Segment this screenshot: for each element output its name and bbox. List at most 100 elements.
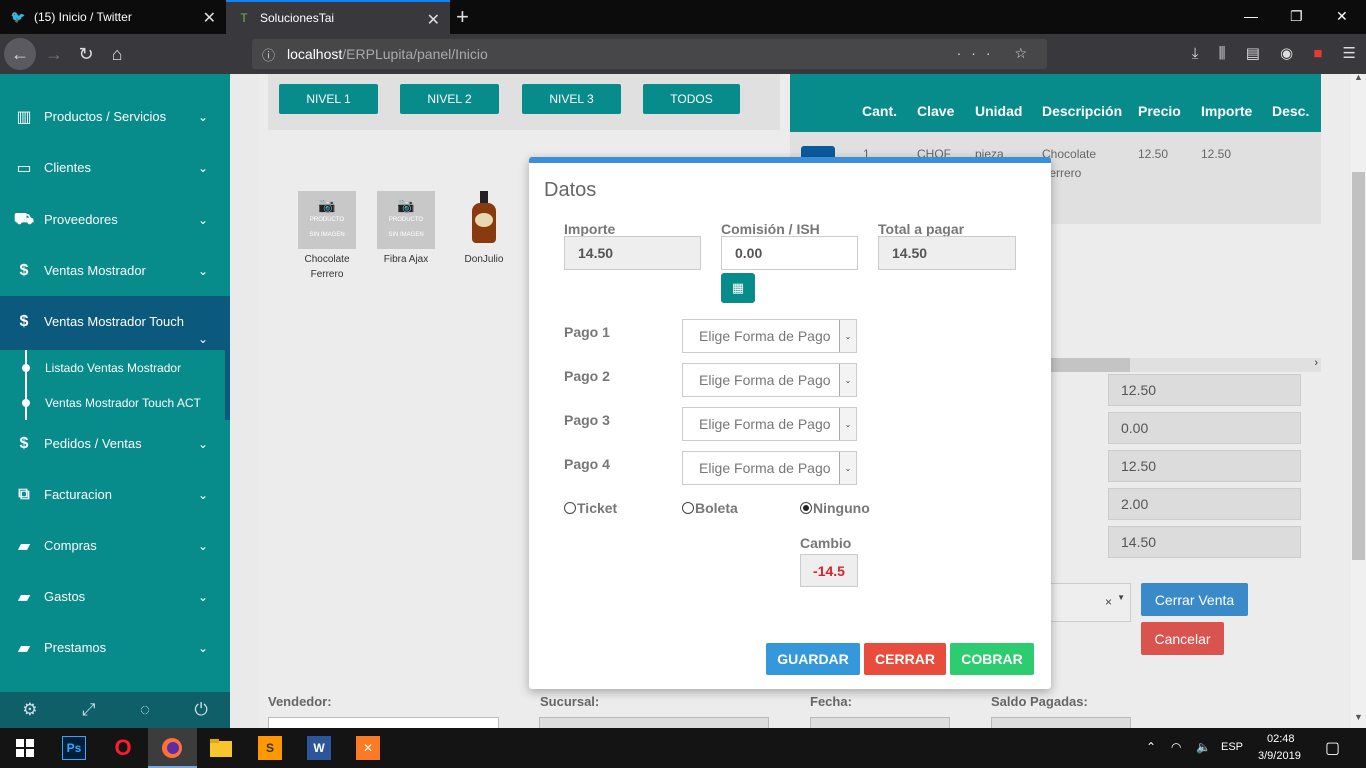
sidebar-item-ventas-mostrador[interactable]: $ Ventas Mostrador ⌄ — [0, 245, 230, 296]
pago-1-select[interactable]: Elige Forma de Pago ⌄ — [682, 319, 857, 353]
chevron-up-icon[interactable]: ⌃ — [1146, 740, 1156, 754]
radio-button[interactable] — [800, 502, 812, 514]
chevron-right-icon[interactable]: › — [1314, 357, 1318, 369]
power-icon[interactable]: ⏻ — [194, 700, 207, 720]
clock-time[interactable]: 02:48 — [1267, 733, 1295, 745]
new-tab-icon[interactable]: + — [456, 4, 469, 30]
page-vertical-scrollbar[interactable]: ▲ ▼ — [1351, 74, 1366, 728]
cancelar-button[interactable]: Cancelar — [1141, 622, 1224, 655]
col-clave: Clave — [917, 103, 955, 119]
clear-icon[interactable]: × — [1105, 595, 1112, 609]
guardar-button[interactable]: GUARDAR — [766, 643, 860, 675]
tab-solucionestai[interactable]: T SolucionesTai ✕ — [226, 0, 450, 34]
sucursal-select[interactable] — [539, 717, 769, 728]
radio-button[interactable] — [682, 502, 694, 514]
site-favicon-icon: T — [240, 11, 248, 25]
comision-field[interactable]: 0.00 — [721, 236, 858, 270]
sidebar-item-ventas-mostrador-touch[interactable]: $ Ventas Mostrador Touch ⌄ — [0, 296, 230, 347]
product-card[interactable]: 📷 PRODUCTO SIN IMAGEN Fibra Ajax — [376, 191, 436, 267]
pago-1-label: Pago 1 — [564, 324, 610, 340]
chevron-down-icon[interactable]: ⌄ — [839, 408, 856, 440]
notifications-icon[interactable]: ▢ — [1325, 738, 1340, 758]
maximize-icon[interactable]: ❐ — [1290, 8, 1303, 25]
fecha-field[interactable] — [810, 717, 950, 728]
pdf-icon[interactable]: ■ — [1313, 45, 1322, 62]
submenu-item-listado[interactable]: Listado Ventas Mostrador — [0, 350, 225, 385]
info-icon[interactable]: ⓘ — [262, 45, 275, 64]
sidebar-item-label: Pedidos / Ventas — [44, 436, 142, 451]
sidebar-item-facturacion[interactable]: ⧉ Facturacion ⌄ — [0, 469, 230, 520]
summary-total-parcial: 12.50 — [1108, 450, 1301, 482]
language-indicator[interactable]: ESP — [1221, 741, 1243, 753]
scroll-down-icon[interactable]: ▼ — [1354, 712, 1363, 722]
product-card[interactable]: DonJulio — [454, 191, 514, 267]
sidebar-item-prestamos[interactable]: ▰ Prestamos ⌄ — [0, 622, 230, 673]
sidebar-item-pedidos[interactable]: $ Pedidos / Ventas ⌄ — [0, 418, 230, 469]
firefox-icon[interactable] — [160, 736, 184, 760]
pago-4-select[interactable]: Elige Forma de Pago ⌄ — [682, 451, 857, 485]
xampp-icon[interactable]: ✕ — [356, 736, 380, 760]
cobrar-button[interactable]: COBRAR — [950, 643, 1034, 675]
sidebar-item-proveedores[interactable]: ⛟ Proveedores ⌄ — [0, 194, 230, 245]
extension-icon[interactable]: ◉ — [1280, 45, 1293, 62]
scroll-up-icon[interactable]: ▲ — [1354, 74, 1363, 82]
barcode-icon: ▥ — [16, 108, 32, 126]
eye-slash-icon[interactable]: ◌ — [140, 700, 150, 720]
volume-icon[interactable]: 🔈 — [1196, 740, 1211, 754]
vendedor-field[interactable] — [268, 717, 499, 728]
sublime-icon[interactable]: S — [258, 736, 282, 760]
submenu-item-touch-act[interactable]: Ventas Mostrador Touch ACT — [0, 385, 225, 420]
cerrar-venta-button[interactable]: Cerrar Venta — [1141, 583, 1248, 616]
close-tab-icon[interactable]: ✕ — [203, 8, 216, 28]
radio-ninguno[interactable]: Ninguno — [800, 500, 870, 516]
reload-icon[interactable]: ↻ — [72, 40, 100, 68]
menu-icon[interactable]: ☰ — [1343, 45, 1356, 62]
chevron-down-icon[interactable]: ⌄ — [839, 320, 856, 352]
client-select[interactable]: × ▼ — [1048, 583, 1131, 622]
sidebar-item-label: Proveedores — [44, 212, 118, 227]
forward-icon[interactable]: → — [40, 40, 68, 68]
close-window-icon[interactable]: ✕ — [1336, 8, 1348, 25]
download-icon[interactable]: ⤓ — [1192, 45, 1199, 62]
page-actions-icon[interactable]: ··· ☆ — [957, 45, 1037, 62]
chevron-down-icon[interactable]: ⌄ — [839, 364, 856, 396]
level-3-button[interactable]: NIVEL 3 — [522, 84, 621, 114]
pago-2-select[interactable]: Elige Forma de Pago ⌄ — [682, 363, 857, 397]
back-icon[interactable]: ← — [4, 38, 36, 70]
photoshop-icon[interactable]: Ps — [62, 736, 86, 760]
file-explorer-icon[interactable] — [209, 736, 233, 760]
home-icon[interactable]: ⌂ — [103, 40, 131, 68]
fullscreen-icon[interactable]: ⤢ — [82, 700, 96, 720]
sidebar-item-gastos[interactable]: ▰ Gastos ⌄ — [0, 571, 230, 622]
tab-twitter[interactable]: 🐦 (15) Inicio / Twitter ✕ — [0, 0, 226, 34]
windows-start-icon[interactable] — [13, 736, 37, 760]
library-icon[interactable]: ⫼ — [1219, 45, 1226, 62]
sidebar-item-clientes[interactable]: ▭ Clientes ⌄ — [0, 142, 230, 193]
sidebar-item-label: Prestamos — [44, 640, 107, 655]
wifi-icon[interactable]: ◠ — [1171, 740, 1181, 754]
pago-3-select[interactable]: Elige Forma de Pago ⌄ — [682, 407, 857, 441]
minimize-icon[interactable]: — — [1244, 8, 1258, 24]
sidebar-item-productos[interactable]: ▥ Productos / Servicios ⌄ — [0, 91, 230, 142]
chevron-down-icon[interactable]: ⌄ — [839, 452, 856, 484]
close-tab-icon[interactable]: ✕ — [427, 10, 440, 30]
level-1-button[interactable]: NIVEL 1 — [279, 84, 378, 114]
opera-icon[interactable]: O — [111, 735, 135, 760]
calculator-button[interactable]: ▦ — [721, 273, 755, 303]
product-name: Chocolate — [304, 254, 350, 265]
clock-date[interactable]: 3/9/2019 — [1258, 750, 1301, 762]
radio-boleta[interactable]: Boleta — [682, 500, 738, 516]
level-all-button[interactable]: TODOS — [643, 84, 740, 114]
pago-2-label: Pago 2 — [564, 368, 610, 384]
cerrar-button[interactable]: CERRAR — [864, 643, 946, 675]
caret-down-icon[interactable]: ▼ — [1117, 593, 1125, 602]
gear-icon[interactable]: ⚙ — [22, 700, 37, 720]
word-icon[interactable]: W — [307, 736, 331, 760]
radio-ticket[interactable]: Ticket — [564, 500, 617, 516]
product-card[interactable]: 📷 PRODUCTO SIN IMAGEN Chocolate Ferrero — [297, 191, 357, 282]
url-bar[interactable]: ⓘ localhost /ERPLupita/panel/Inicio ··· … — [252, 39, 1047, 69]
sidebar-icon[interactable]: ▤ — [1246, 45, 1260, 62]
sidebar-item-compras[interactable]: ▰ Compras ⌄ — [0, 520, 230, 571]
level-2-button[interactable]: NIVEL 2 — [400, 84, 499, 114]
radio-button[interactable] — [564, 502, 576, 514]
